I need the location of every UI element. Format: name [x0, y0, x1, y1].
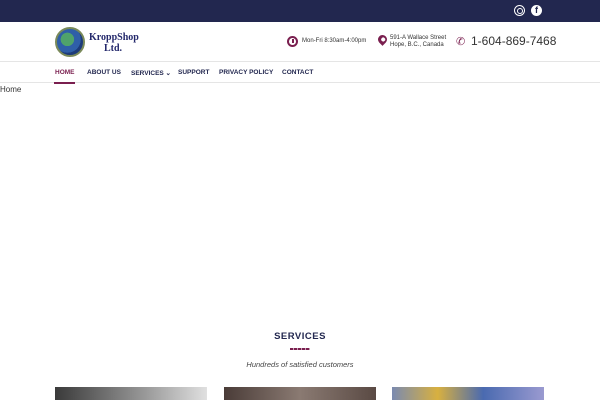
nav-item-services[interactable]: SERVICES ⌄: [131, 69, 171, 77]
clock-icon: [287, 36, 298, 47]
top-bar: f: [0, 0, 600, 22]
active-nav-underline: [54, 82, 75, 84]
logo-globe-icon[interactable]: [55, 27, 85, 57]
service-card-image-1[interactable]: [55, 387, 207, 400]
facebook-icon[interactable]: f: [531, 5, 542, 16]
instagram-icon[interactable]: [514, 5, 525, 16]
services-subtitle: Hundreds of satisfied customers: [246, 360, 354, 369]
address-line2: Hope, B.C., Canada: [390, 42, 444, 48]
section-divider: [290, 348, 310, 350]
phone-icon: ✆: [456, 36, 466, 48]
services-heading: SERVICES: [274, 331, 326, 342]
facebook-glyph: f: [535, 5, 538, 15]
nav-item-support[interactable]: SUPPORT: [178, 69, 209, 76]
nav-item-contact[interactable]: CONTACT: [282, 69, 313, 76]
nav-item-home[interactable]: HOME: [55, 69, 75, 76]
service-card-image-3[interactable]: [392, 387, 544, 400]
main-nav: HOME ABOUT US SERVICES ⌄ SUPPORT PRIVACY…: [0, 63, 600, 83]
phone-number[interactable]: 1-604-869-7468: [471, 34, 556, 48]
nav-item-about-us[interactable]: ABOUT US: [87, 69, 121, 76]
nav-item-privacy-policy[interactable]: PRIVACY POLICY: [219, 69, 273, 76]
business-hours: Mon-Fri 8:30am-4:00pm: [302, 38, 367, 44]
address-line1: 591-A Wallace Street: [390, 35, 447, 41]
breadcrumb[interactable]: Home: [0, 85, 21, 94]
logo-text-line2[interactable]: Ltd.: [104, 43, 122, 54]
logo-text-line1[interactable]: KroppShop: [89, 32, 139, 43]
service-card-image-2[interactable]: [224, 387, 376, 400]
